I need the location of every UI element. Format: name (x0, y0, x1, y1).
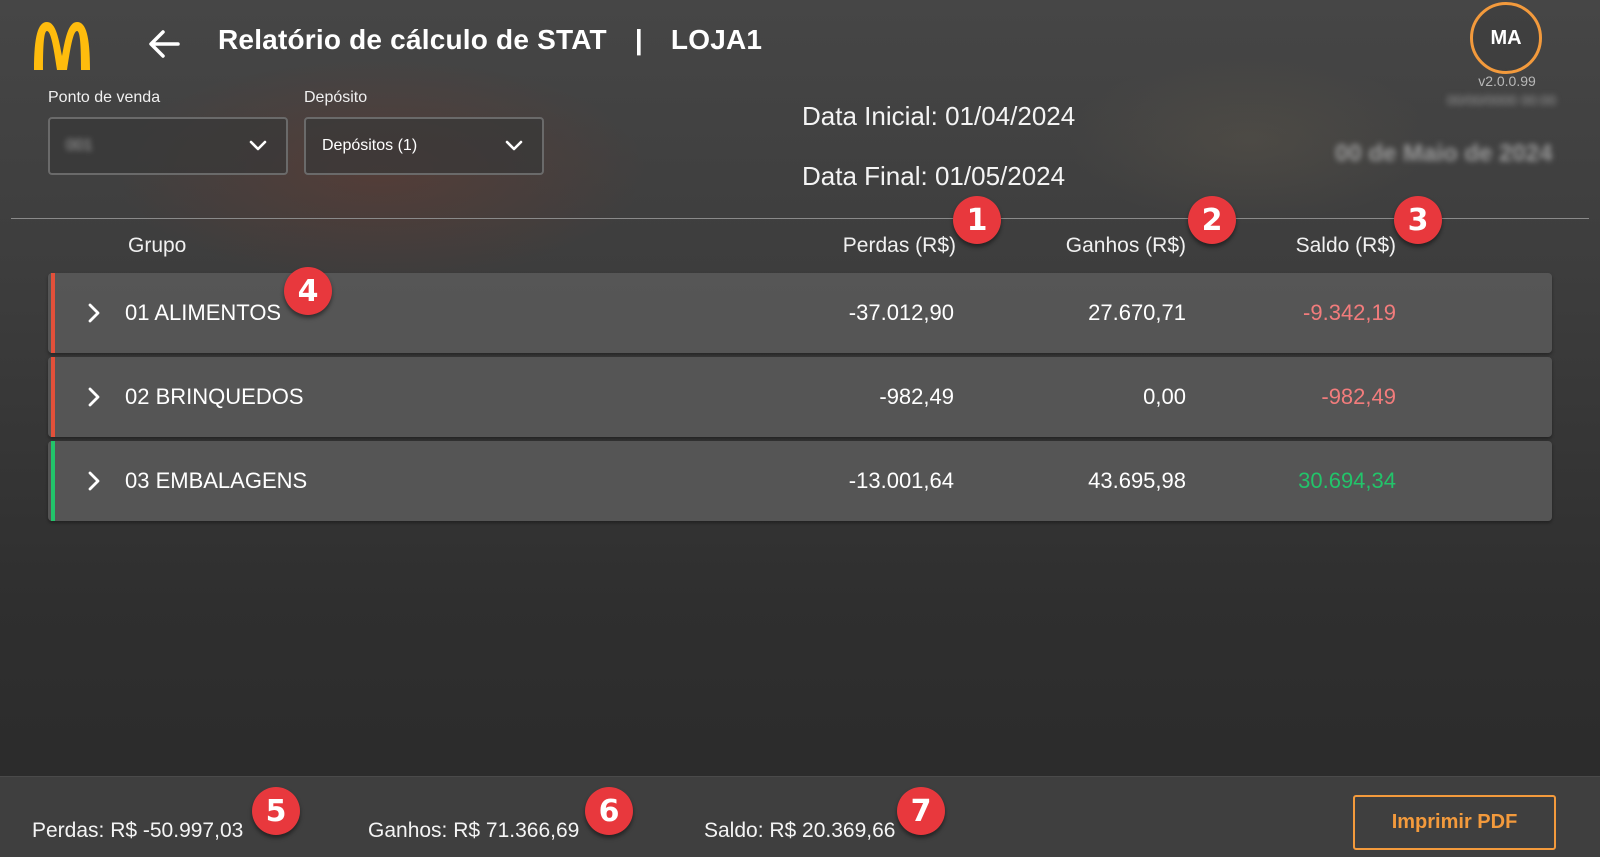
column-header-balance: Saldo (R$) (1295, 234, 1396, 257)
chevron-down-icon (505, 140, 523, 151)
chevron-right-icon[interactable] (86, 469, 102, 493)
initial-date-label: Data Inicial: (802, 101, 938, 131)
final-date-label: Data Final: (802, 161, 928, 191)
back-arrow-icon[interactable] (144, 24, 184, 64)
losses-value: -13.001,64 (848, 468, 954, 493)
balance-value: -9.342,19 (1303, 300, 1396, 325)
deposit-value: Depósitos (1) (322, 137, 418, 154)
group-name: 02 BRINQUEDOS (125, 384, 304, 409)
table-row[interactable]: 01 ALIMENTOS -37.012,90 27.670,71 -9.342… (48, 273, 1552, 353)
point-of-sale-value: 001 (66, 137, 93, 154)
blurred-info: 00/00/0000 00:00 (1447, 92, 1556, 108)
column-header-gains: Ganhos (R$) (1065, 234, 1186, 257)
total-balance: Saldo: R$ 20.369,66 (704, 819, 896, 842)
losses-value: -982,49 (879, 384, 954, 409)
avatar-initials: MA (1490, 26, 1522, 49)
chevron-down-icon (249, 140, 267, 151)
blurred-date: 00 de Maio de 2024 (1335, 140, 1553, 167)
gains-value: 43.695,98 (1088, 468, 1186, 493)
summary-footer: Perdas: R$ -50.997,03 Ganhos: R$ 71.366,… (0, 776, 1600, 857)
gains-value: 0,00 (1143, 384, 1186, 409)
annotation-badge: 5 (252, 787, 300, 835)
app-version: v2.0.0.99 (1478, 73, 1536, 89)
point-of-sale-label: Ponto de venda (48, 89, 161, 106)
annotation-badge: 4 (284, 267, 332, 315)
page-title: Relatório de cálculo de STAT | LOJA1 (218, 24, 762, 56)
column-header-losses: Perdas (R$) (842, 234, 956, 257)
total-gains: Ganhos: R$ 71.366,69 (368, 819, 580, 842)
report-title: Relatório de cálculo de STAT (218, 24, 607, 55)
status-indicator (51, 273, 55, 353)
losses-value: -37.012,90 (848, 300, 954, 325)
annotation-badge: 1 (953, 196, 1001, 244)
annotation-badge: 2 (1188, 196, 1236, 244)
deposit-label: Depósito (304, 89, 368, 106)
chevron-right-icon[interactable] (86, 301, 102, 325)
column-header-group: Grupo (128, 234, 187, 257)
gains-value: 27.670,71 (1088, 300, 1186, 325)
print-pdf-button[interactable]: Imprimir PDF (1353, 795, 1556, 850)
status-indicator (51, 441, 55, 521)
annotation-badge: 7 (897, 787, 945, 835)
user-avatar[interactable]: MA (1470, 2, 1542, 74)
annotation-badge: 6 (585, 787, 633, 835)
header-divider (11, 218, 1589, 219)
mcdonalds-logo-icon (34, 22, 90, 70)
total-losses: Perdas: R$ -50.997,03 (32, 819, 244, 842)
balance-value: 30.694,34 (1298, 468, 1396, 493)
annotation-badge: 3 (1394, 196, 1442, 244)
status-indicator (51, 357, 55, 437)
table-row[interactable]: 02 BRINQUEDOS -982,49 0,00 -982,49 (48, 357, 1552, 437)
deposit-select[interactable]: Depósitos (1) (304, 117, 544, 175)
initial-date-value: 01/04/2024 (945, 101, 1076, 131)
table-row[interactable]: 03 EMBALAGENS -13.001,64 43.695,98 30.69… (48, 441, 1552, 521)
stat-report-screen: Relatório de cálculo de STAT | LOJA1 MA … (0, 0, 1600, 857)
final-date: Data Final: 01/05/2024 (802, 161, 1065, 192)
final-date-value: 01/05/2024 (934, 161, 1066, 191)
chevron-right-icon[interactable] (86, 385, 102, 409)
title-separator: | (634, 24, 643, 55)
store-name: LOJA1 (670, 24, 763, 55)
initial-date: Data Inicial: 01/04/2024 (802, 101, 1075, 132)
group-name: 03 EMBALAGENS (125, 468, 308, 493)
balance-value: -982,49 (1321, 384, 1396, 409)
group-name: 01 ALIMENTOS (125, 300, 282, 325)
point-of-sale-select[interactable]: 001 (48, 117, 288, 175)
